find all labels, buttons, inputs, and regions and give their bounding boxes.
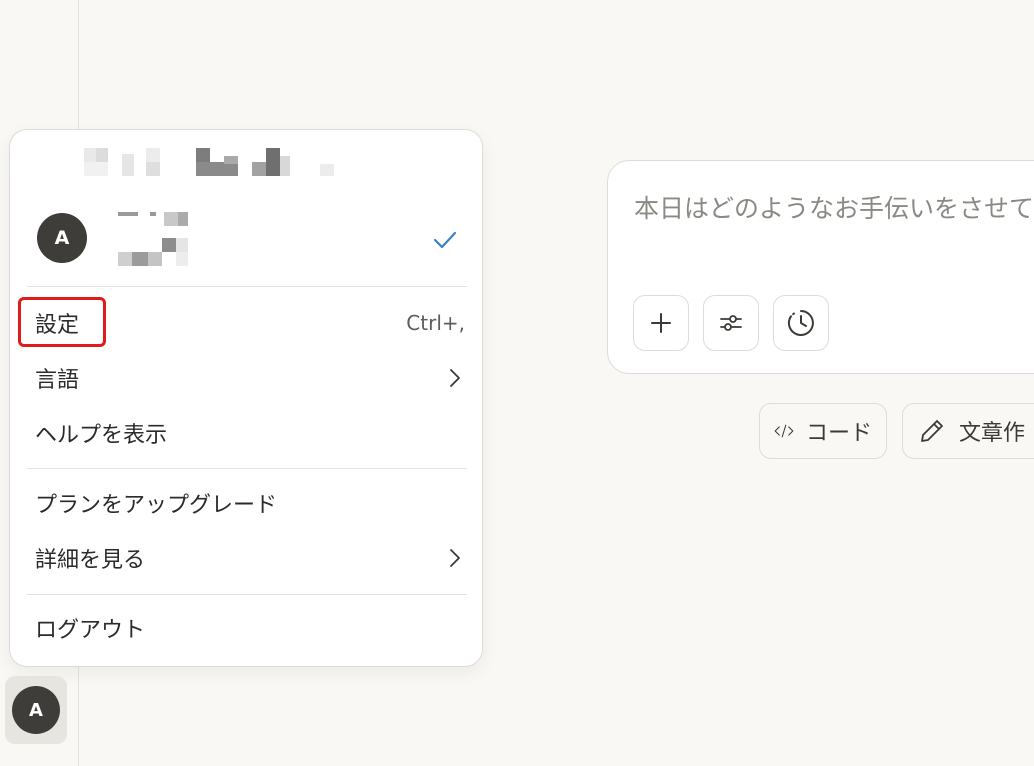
chevron-right-icon xyxy=(450,369,460,387)
chat-composer[interactable]: 本日はどのようなお手伝いをさせていた xyxy=(607,160,1034,374)
settings-shortcut: Ctrl+, xyxy=(406,311,465,335)
menu-item-label: 言語 xyxy=(35,368,80,393)
account-name-redacted xyxy=(108,208,188,272)
chip-label: 文章作 xyxy=(959,421,1026,446)
clock-history-icon xyxy=(787,310,814,336)
menu-item-settings[interactable]: 設定 Ctrl+, xyxy=(27,301,467,345)
account-email-redacted xyxy=(84,148,354,178)
menu-item-label: 詳細を見る xyxy=(35,548,146,573)
chip-label: コード xyxy=(805,421,872,446)
menu-item-label: ログアウト xyxy=(35,618,146,643)
composer-placeholder[interactable]: 本日はどのようなお手伝いをさせていた xyxy=(634,189,1034,225)
menu-item-help[interactable]: ヘルプを表示 xyxy=(27,411,467,455)
menu-item-upgrade-plan[interactable]: プランをアップグレード xyxy=(27,481,467,525)
chevron-right-icon xyxy=(450,549,460,567)
history-button[interactable] xyxy=(773,295,829,351)
menu-item-logout[interactable]: ログアウト xyxy=(27,606,467,650)
account-menu: A 設定 Ctrl+, 言語 ヘルプを表示 プランをアップグレード 詳細を見る … xyxy=(9,129,483,667)
menu-item-label: ヘルプを表示 xyxy=(35,423,168,448)
menu-item-label: プランをアップグレード xyxy=(35,493,278,518)
chip-writing[interactable]: 文章作 xyxy=(902,403,1034,459)
code-icon xyxy=(774,424,794,438)
account-button[interactable]: A xyxy=(5,676,67,744)
menu-item-learn-more[interactable]: 詳細を見る xyxy=(27,536,467,580)
account-row[interactable]: A xyxy=(10,200,484,284)
menu-item-label: 設定 xyxy=(35,313,80,338)
account-avatar: A xyxy=(37,213,87,263)
sidebar-avatar: A xyxy=(12,686,60,734)
menu-item-language[interactable]: 言語 xyxy=(27,356,467,400)
menu-separator xyxy=(27,286,467,287)
menu-separator xyxy=(27,468,467,469)
sliders-icon xyxy=(720,315,742,331)
plus-icon xyxy=(651,313,671,333)
pencil-icon xyxy=(921,420,943,442)
check-icon xyxy=(433,231,457,249)
tools-button[interactable] xyxy=(703,295,759,351)
menu-separator xyxy=(27,594,467,595)
add-button[interactable] xyxy=(633,295,689,351)
chip-code[interactable]: コード xyxy=(759,403,887,459)
